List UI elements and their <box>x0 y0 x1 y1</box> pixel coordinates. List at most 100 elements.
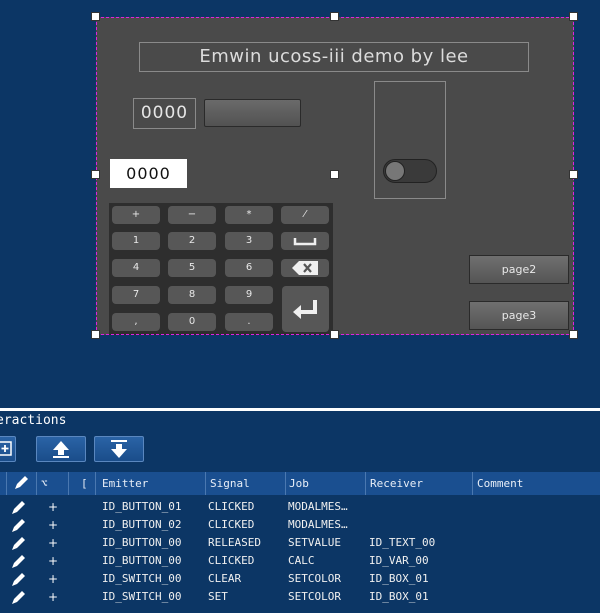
table-row[interactable]: + ID_BUTTON_00 RELEASED SETVALUE ID_TEXT_00 <box>0 534 600 552</box>
cell-comment[interactable] <box>477 534 597 552</box>
key-9[interactable]: 9 <box>225 286 273 304</box>
panel-titlebar: eractions <box>0 408 600 433</box>
edit-pencil-icon[interactable] <box>10 571 28 587</box>
key-2[interactable]: 2 <box>168 232 216 250</box>
page2-button[interactable]: page2 <box>469 255 569 284</box>
resize-handle-t[interactable] <box>330 12 339 21</box>
expand-plus-icon[interactable]: + <box>47 570 59 588</box>
edit-pencil-icon[interactable] <box>10 589 28 605</box>
page3-button[interactable]: page3 <box>469 301 569 330</box>
cell-job[interactable]: SETCOLOR <box>288 570 366 588</box>
value-display[interactable]: 0000 <box>133 98 196 129</box>
add-interaction-button[interactable] <box>0 436 16 462</box>
col-edit[interactable] <box>7 472 37 495</box>
cell-job[interactable]: SETCOLOR <box>288 588 366 606</box>
resize-handle-tl[interactable] <box>91 12 100 21</box>
key-8[interactable]: 8 <box>168 286 216 304</box>
cell-receiver[interactable] <box>369 516 473 534</box>
cell-signal[interactable]: CLICKED <box>208 498 286 516</box>
cell-emitter[interactable]: ID_BUTTON_01 <box>102 498 206 516</box>
cell-receiver[interactable]: ID_TEXT_00 <box>369 534 473 552</box>
key-4[interactable]: 4 <box>112 259 160 277</box>
cell-job[interactable]: MODALMES… <box>288 516 366 534</box>
cell-emitter[interactable]: ID_BUTTON_02 <box>102 516 206 534</box>
switch-box[interactable] <box>374 81 446 199</box>
table-row[interactable]: + ID_BUTTON_01 CLICKED MODALMES… <box>0 498 600 516</box>
cell-comment[interactable] <box>477 516 597 534</box>
key-1[interactable]: 1 <box>112 232 160 250</box>
key-backspace[interactable] <box>281 259 329 277</box>
cell-job[interactable]: MODALMES… <box>288 498 366 516</box>
key-0[interactable]: 0 <box>168 313 216 331</box>
cell-emitter[interactable]: ID_BUTTON_00 <box>102 552 206 570</box>
move-up-button[interactable] <box>36 436 86 462</box>
key-enter[interactable] <box>282 286 329 332</box>
pencil-icon <box>15 476 28 489</box>
move-down-button[interactable] <box>94 436 144 462</box>
edit-pencil-icon[interactable] <box>10 517 28 533</box>
col-emitter[interactable]: Emitter <box>96 472 206 495</box>
table-row[interactable]: + ID_SWITCH_00 CLEAR SETCOLOR ID_BOX_01 <box>0 570 600 588</box>
expand-plus-icon[interactable]: + <box>47 588 59 606</box>
cell-emitter[interactable]: ID_BUTTON_00 <box>102 534 206 552</box>
edit-pencil-icon[interactable] <box>10 535 28 551</box>
number-field[interactable]: 0000 <box>110 159 187 188</box>
cell-comment[interactable] <box>477 570 597 588</box>
expand-plus-icon[interactable]: + <box>47 516 59 534</box>
cell-receiver[interactable] <box>369 498 473 516</box>
cell-receiver[interactable]: ID_VAR_00 <box>369 552 473 570</box>
key-plus[interactable]: + <box>112 206 160 224</box>
toggle-switch[interactable] <box>383 159 437 183</box>
key-6[interactable]: 6 <box>225 259 273 277</box>
key-3[interactable]: 3 <box>225 232 273 250</box>
cell-receiver[interactable]: ID_BOX_01 <box>369 570 473 588</box>
key-5[interactable]: 5 <box>168 259 216 277</box>
key-minus[interactable]: − <box>168 206 216 224</box>
col-handle[interactable] <box>0 472 7 495</box>
resize-handle-center[interactable] <box>330 170 339 179</box>
key-multiply[interactable]: * <box>225 206 273 224</box>
cell-signal[interactable]: CLEAR <box>208 570 286 588</box>
col-job[interactable]: Job <box>286 472 366 495</box>
resize-handle-bl[interactable] <box>91 330 100 339</box>
key-space[interactable] <box>281 232 329 250</box>
edit-pencil-icon[interactable] <box>10 553 28 569</box>
resize-handle-tr[interactable] <box>569 12 578 21</box>
move-up-icon <box>53 441 69 458</box>
resize-handle-br[interactable] <box>569 330 578 339</box>
expand-plus-icon[interactable]: + <box>47 498 59 516</box>
action-button[interactable] <box>204 99 301 127</box>
cell-signal[interactable]: SET <box>208 588 286 606</box>
cell-signal[interactable]: CLICKED <box>208 552 286 570</box>
title-textbox[interactable]: Emwin ucoss-iii demo by lee <box>139 42 529 72</box>
cell-emitter[interactable]: ID_SWITCH_00 <box>102 588 206 606</box>
table-row[interactable]: + ID_SWITCH_00 SET SETCOLOR ID_BOX_01 <box>0 588 600 606</box>
resize-handle-r[interactable] <box>569 170 578 179</box>
col-sort[interactable]: ⌥ <box>37 472 69 495</box>
cell-job[interactable]: CALC <box>288 552 366 570</box>
interactions-panel: eractions ⌥ [ Emitter Signal Job Receive… <box>0 408 600 613</box>
key-comma[interactable]: , <box>112 313 160 331</box>
edit-pencil-icon[interactable] <box>10 499 28 515</box>
cell-comment[interactable] <box>477 588 597 606</box>
col-bracket[interactable]: [ <box>69 472 96 495</box>
cell-job[interactable]: SETVALUE <box>288 534 366 552</box>
cell-receiver[interactable]: ID_BOX_01 <box>369 588 473 606</box>
key-period[interactable]: . <box>225 313 273 331</box>
cell-signal[interactable]: CLICKED <box>208 516 286 534</box>
key-7[interactable]: 7 <box>112 286 160 304</box>
expand-plus-icon[interactable]: + <box>47 552 59 570</box>
key-divide[interactable]: ⁄ <box>281 206 329 224</box>
col-signal[interactable]: Signal <box>206 472 286 495</box>
resize-handle-l[interactable] <box>91 170 100 179</box>
col-receiver[interactable]: Receiver <box>366 472 473 495</box>
resize-handle-b[interactable] <box>330 330 339 339</box>
expand-plus-icon[interactable]: + <box>47 534 59 552</box>
cell-comment[interactable] <box>477 498 597 516</box>
col-comment[interactable]: Comment <box>473 472 600 495</box>
table-row[interactable]: + ID_BUTTON_00 CLICKED CALC ID_VAR_00 <box>0 552 600 570</box>
cell-comment[interactable] <box>477 552 597 570</box>
cell-signal[interactable]: RELEASED <box>208 534 286 552</box>
table-row[interactable]: + ID_BUTTON_02 CLICKED MODALMES… <box>0 516 600 534</box>
cell-emitter[interactable]: ID_SWITCH_00 <box>102 570 206 588</box>
